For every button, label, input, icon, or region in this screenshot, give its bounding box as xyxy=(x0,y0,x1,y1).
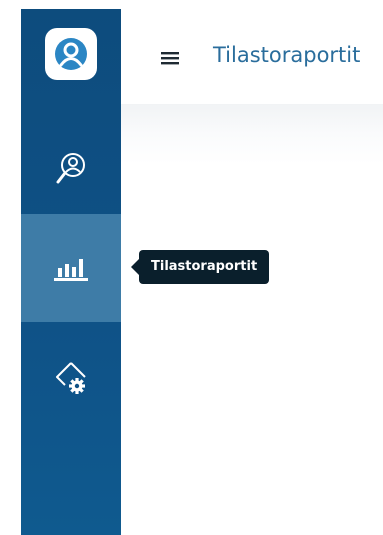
sidebar xyxy=(21,9,121,535)
page-title: Tilastoraportit xyxy=(213,43,361,67)
user-circle-logo-icon xyxy=(55,38,87,70)
tooltip-arrow xyxy=(131,259,139,275)
logo-box xyxy=(45,28,97,80)
sidebar-item-search[interactable] xyxy=(21,136,121,202)
app-window: Tilastoraportit Tilastoraportit xyxy=(0,0,383,535)
menu-button[interactable] xyxy=(159,47,181,69)
hamburger-menu-icon xyxy=(161,52,179,65)
person-search-icon xyxy=(56,153,85,184)
sidebar-logo[interactable] xyxy=(21,27,121,81)
diamond-gear-icon xyxy=(56,362,86,394)
sidebar-item-settings[interactable] xyxy=(21,349,121,409)
sidebar-item-reports[interactable] xyxy=(21,214,121,322)
sidebar-tooltip: Tilastoraportit xyxy=(139,250,270,284)
main-content xyxy=(121,104,383,535)
top-bar: Tilastoraportit xyxy=(121,9,383,104)
bar-chart-icon xyxy=(54,259,88,281)
